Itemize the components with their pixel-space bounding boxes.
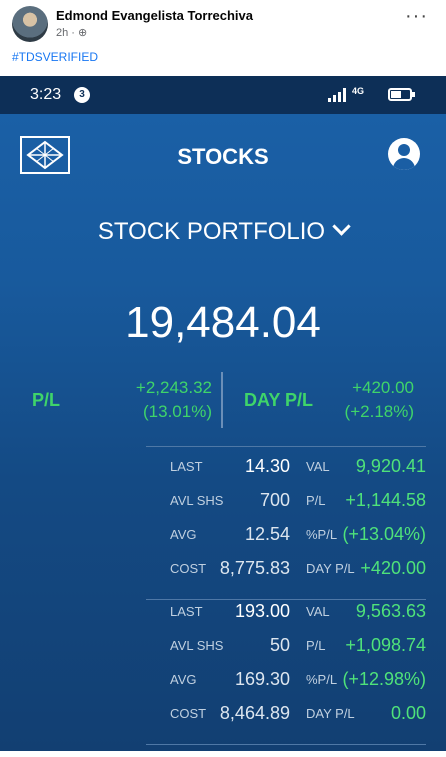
pl-value: +1,144.58 bbox=[345, 490, 426, 510]
author-avatar[interactable] bbox=[12, 6, 48, 42]
avg-label: AVG bbox=[170, 527, 197, 542]
divider bbox=[221, 372, 223, 428]
battery-icon bbox=[388, 88, 415, 101]
pl-label: P/L bbox=[306, 493, 326, 508]
holding-row: AVG 169.30 %P/L (+12.98%) bbox=[146, 664, 426, 696]
pl-percent: (13.01%) bbox=[143, 402, 212, 421]
chevron-down-icon bbox=[332, 217, 351, 236]
cost-label: COST bbox=[170, 706, 207, 721]
day-pl-amount: +420.00 bbox=[352, 378, 414, 397]
pct-pl-value: (+13.04%) bbox=[342, 524, 426, 544]
cost-label: COST bbox=[170, 561, 207, 576]
pl-amount: +2,243.32 bbox=[135, 378, 212, 397]
avl-shs-value: 50 bbox=[269, 635, 290, 655]
cost-value: 8,775.83 bbox=[219, 558, 290, 578]
last-label: LAST bbox=[170, 459, 203, 474]
avg-label: AVG bbox=[170, 672, 197, 687]
status-time: 3:23 bbox=[30, 86, 62, 103]
day-pl-value: 0.00 bbox=[390, 703, 426, 723]
val-value: 9,920.41 bbox=[355, 456, 426, 476]
holding-card[interactable]: LAST 193.00 VAL 9,563.63 AVL SHS 50 P/L … bbox=[146, 592, 426, 745]
holding-card[interactable]: LAST 14.30 VAL 9,920.41 AVL SHS 700 P/L … bbox=[146, 446, 426, 600]
holding-row: AVG 12.54 %P/L (+13.04%) bbox=[146, 519, 426, 551]
portfolio-dropdown-label: STOCK PORTFOLIO bbox=[97, 218, 326, 245]
pl-value: +2,243.32 (13.01%) bbox=[110, 376, 212, 424]
more-options-icon[interactable]: ··· bbox=[405, 6, 428, 26]
post-time-text: 2h · bbox=[56, 27, 75, 39]
hashtag-link[interactable]: #TDSVERIFIED bbox=[12, 50, 98, 64]
val-label: VAL bbox=[306, 459, 330, 474]
network-type: 4G bbox=[352, 86, 365, 96]
pct-pl-value: (+12.98%) bbox=[342, 669, 426, 689]
page-title: STOCKS bbox=[177, 144, 269, 169]
day-pl-value: +420.00 (+2.18%) bbox=[332, 376, 414, 424]
holding-row: AVL SHS 50 P/L +1,098.74 bbox=[146, 630, 426, 662]
account-icon[interactable] bbox=[388, 138, 420, 170]
facebook-post-header: Edmond Evangelista Torrechiva 2h · ⊕ ···… bbox=[0, 0, 446, 74]
last-value: 193.00 bbox=[234, 601, 290, 621]
holding-row: LAST 193.00 VAL 9,563.63 bbox=[146, 596, 426, 628]
val-label: VAL bbox=[306, 604, 330, 619]
last-label: LAST bbox=[170, 604, 203, 619]
day-pl-value: +420.00 bbox=[360, 558, 426, 578]
pl-value: +1,098.74 bbox=[345, 635, 426, 655]
portfolio-total-value: 19,484.04 bbox=[125, 298, 321, 347]
last-value: 14.30 bbox=[244, 456, 290, 476]
status-bar: 3:23 3 4G bbox=[0, 76, 446, 114]
val-value: 9,563.63 bbox=[355, 601, 426, 621]
pl-label: P/L bbox=[32, 390, 61, 410]
signal-icon bbox=[328, 88, 346, 102]
pl-label: P/L bbox=[306, 638, 326, 653]
post-time: 2h · ⊕ bbox=[56, 26, 87, 39]
avg-value: 169.30 bbox=[234, 669, 290, 689]
day-pl-percent: (+2.18%) bbox=[344, 402, 414, 421]
holding-row: COST 8,464.89 DAY P/L 0.00 bbox=[146, 698, 426, 730]
holding-row: COST 8,775.83 DAY P/L +420.00 bbox=[146, 553, 426, 585]
cost-value: 8,464.89 bbox=[219, 703, 290, 723]
day-pl-label: DAY P/L bbox=[244, 390, 314, 410]
avg-value: 12.54 bbox=[244, 524, 290, 544]
phone-screenshot: 3:23 3 4G STOCKS STOCK PORTFOLIO 19,484.… bbox=[0, 76, 446, 751]
notification-badge: 3 bbox=[74, 87, 90, 103]
globe-icon: ⊕ bbox=[78, 27, 88, 39]
portfolio-dropdown[interactable]: STOCK PORTFOLIO bbox=[0, 217, 446, 246]
holding-row: AVL SHS 700 P/L +1,144.58 bbox=[146, 485, 426, 517]
author-name[interactable]: Edmond Evangelista Torrechiva bbox=[56, 8, 253, 23]
holding-row: LAST 14.30 VAL 9,920.41 bbox=[146, 451, 426, 483]
avl-shs-value: 700 bbox=[259, 490, 290, 510]
